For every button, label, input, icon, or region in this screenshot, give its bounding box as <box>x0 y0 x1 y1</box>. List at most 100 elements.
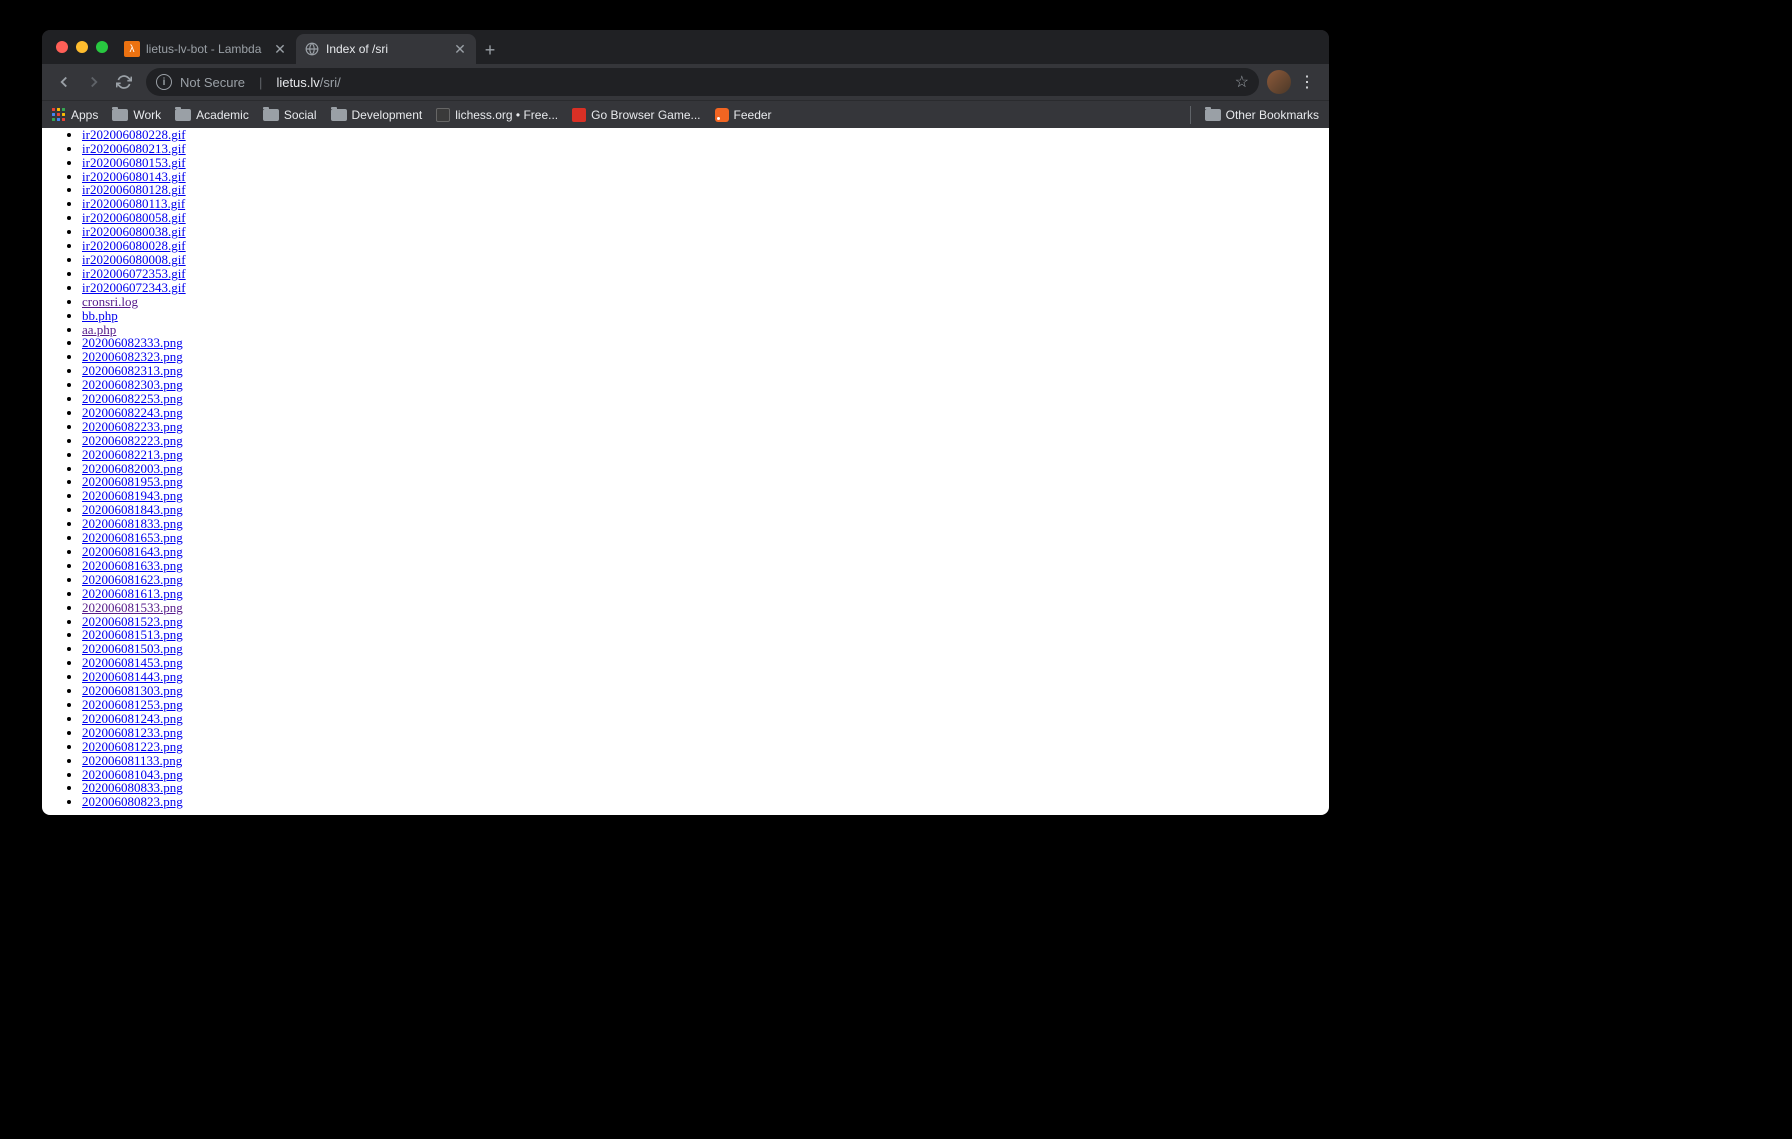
bookmark-development[interactable]: Development <box>331 108 423 122</box>
list-item: 202006081243.png <box>82 712 1329 726</box>
list-item: 202006082243.png <box>82 406 1329 420</box>
tab-close-icon[interactable]: ✕ <box>272 41 288 58</box>
file-link[interactable]: bb.php <box>82 308 118 323</box>
bookmark-social[interactable]: Social <box>263 108 317 122</box>
info-icon: i <box>156 74 172 90</box>
file-link[interactable]: ir202006080113.gif <box>82 196 185 211</box>
bookmark-label: lichess.org • Free... <box>455 108 558 122</box>
lichess-icon <box>436 108 450 122</box>
list-item: 202006082213.png <box>82 448 1329 462</box>
bookmark-label: Feeder <box>734 108 772 122</box>
list-item: 202006080833.png <box>82 781 1329 795</box>
bookmark-label: Development <box>352 108 423 122</box>
file-link[interactable]: 202006081843.png <box>82 502 183 517</box>
file-link[interactable]: 202006081443.png <box>82 669 183 684</box>
file-link[interactable]: 202006081643.png <box>82 544 183 559</box>
file-link[interactable]: 202006081453.png <box>82 655 183 670</box>
url-host: lietus.lv <box>276 75 319 90</box>
file-link[interactable]: ir202006080213.gif <box>82 141 186 156</box>
page-content[interactable]: ir202006080258.gifir202006080243.gifir20… <box>42 128 1329 815</box>
folder-icon <box>175 109 191 121</box>
file-link[interactable]: cronsri.log <box>82 294 138 309</box>
file-link[interactable]: 202006081533.png <box>82 600 183 615</box>
file-link[interactable]: ir202006072343.gif <box>82 280 186 295</box>
file-link[interactable]: 202006081943.png <box>82 488 183 503</box>
file-link[interactable]: ir202006080038.gif <box>82 224 186 239</box>
file-link[interactable]: 202006082003.png <box>82 461 183 476</box>
browser-window: λlietus-lv-bot - Lambda✕Index of /sri✕+ … <box>42 30 1329 815</box>
file-link[interactable]: ir202006080128.gif <box>82 182 186 197</box>
file-link[interactable]: 202006082223.png <box>82 433 183 448</box>
file-link[interactable]: 202006082323.png <box>82 349 183 364</box>
bookmark-star-icon[interactable]: ☆ <box>1235 72 1249 92</box>
tab-close-icon[interactable]: ✕ <box>452 41 468 58</box>
list-item: ir202006080113.gif <box>82 197 1329 211</box>
folder-icon <box>331 109 347 121</box>
list-item: 202006082333.png <box>82 336 1329 350</box>
bookmark-apps[interactable]: Apps <box>52 108 98 122</box>
browser-menu-button[interactable]: ⋮ <box>1293 68 1321 96</box>
tab-title: Index of /sri <box>326 42 446 56</box>
file-link[interactable]: 202006081133.png <box>82 753 182 768</box>
file-link[interactable]: 202006081623.png <box>82 572 183 587</box>
list-item: 202006082233.png <box>82 420 1329 434</box>
new-tab-button[interactable]: + <box>476 36 504 64</box>
bookmark-label: Academic <box>196 108 249 122</box>
file-link[interactable]: aa.php <box>82 322 116 337</box>
file-link[interactable]: 202006081223.png <box>82 739 183 754</box>
file-link[interactable]: ir202006080153.gif <box>82 155 186 170</box>
list-item: ir202006072353.gif <box>82 267 1329 281</box>
close-window-button[interactable] <box>56 41 68 53</box>
file-link[interactable]: 202006081633.png <box>82 558 183 573</box>
file-link[interactable]: 202006080833.png <box>82 780 183 795</box>
tab-0[interactable]: λlietus-lv-bot - Lambda✕ <box>116 34 296 64</box>
list-item: ir202006080143.gif <box>82 170 1329 184</box>
tab-1[interactable]: Index of /sri ✕ <box>296 34 476 64</box>
minimize-window-button[interactable] <box>76 41 88 53</box>
file-link[interactable]: 202006082213.png <box>82 447 183 462</box>
bookmark-work[interactable]: Work <box>112 108 161 122</box>
list-item: 202006081303.png <box>82 684 1329 698</box>
file-link[interactable]: 202006081043.png <box>82 767 183 782</box>
file-link[interactable]: 202006081833.png <box>82 516 183 531</box>
bookmark-lichess-org-free-[interactable]: lichess.org • Free... <box>436 108 558 122</box>
file-link[interactable]: ir202006080058.gif <box>82 210 186 225</box>
url-path: /sri/ <box>320 75 341 90</box>
file-link[interactable]: 202006081653.png <box>82 530 183 545</box>
maximize-window-button[interactable] <box>96 41 108 53</box>
reload-button[interactable] <box>110 68 138 96</box>
file-link[interactable]: ir202006080008.gif <box>82 252 186 267</box>
file-link[interactable]: 202006081523.png <box>82 614 183 629</box>
file-link[interactable]: 202006082233.png <box>82 419 183 434</box>
file-link[interactable]: 202006081253.png <box>82 697 183 712</box>
file-link[interactable]: 202006080823.png <box>82 794 183 809</box>
other-bookmarks-button[interactable]: Other Bookmarks <box>1205 108 1319 122</box>
file-link[interactable]: 202006082303.png <box>82 377 183 392</box>
bookmark-go-browser-game-[interactable]: Go Browser Game... <box>572 108 700 122</box>
list-item: ir202006080153.gif <box>82 156 1329 170</box>
back-button[interactable] <box>50 68 78 96</box>
file-link[interactable]: 202006081303.png <box>82 683 183 698</box>
file-link[interactable]: ir202006080143.gif <box>82 169 186 184</box>
file-link[interactable]: 202006081243.png <box>82 711 183 726</box>
list-item: 202006082253.png <box>82 392 1329 406</box>
file-link[interactable]: 202006081613.png <box>82 586 183 601</box>
list-item: aa.php <box>82 323 1329 337</box>
file-link[interactable]: 202006081233.png <box>82 725 183 740</box>
file-link[interactable]: ir202006080028.gif <box>82 238 186 253</box>
forward-button[interactable] <box>80 68 108 96</box>
file-link[interactable]: 202006082333.png <box>82 335 183 350</box>
address-bar[interactable]: i Not Secure | lietus.lv/sri/ ☆ <box>146 68 1259 96</box>
bookmark-feeder[interactable]: Feeder <box>715 108 772 122</box>
file-link[interactable]: 202006081953.png <box>82 474 183 489</box>
list-item: 202006081253.png <box>82 698 1329 712</box>
list-item: 202006080823.png <box>82 795 1329 809</box>
file-link[interactable]: 202006081513.png <box>82 627 183 642</box>
file-link[interactable]: 202006081503.png <box>82 641 183 656</box>
file-link[interactable]: 202006082253.png <box>82 391 183 406</box>
bookmark-academic[interactable]: Academic <box>175 108 249 122</box>
file-link[interactable]: 202006082313.png <box>82 363 183 378</box>
file-link[interactable]: ir202006072353.gif <box>82 266 186 281</box>
profile-avatar[interactable] <box>1267 70 1291 94</box>
file-link[interactable]: 202006082243.png <box>82 405 183 420</box>
